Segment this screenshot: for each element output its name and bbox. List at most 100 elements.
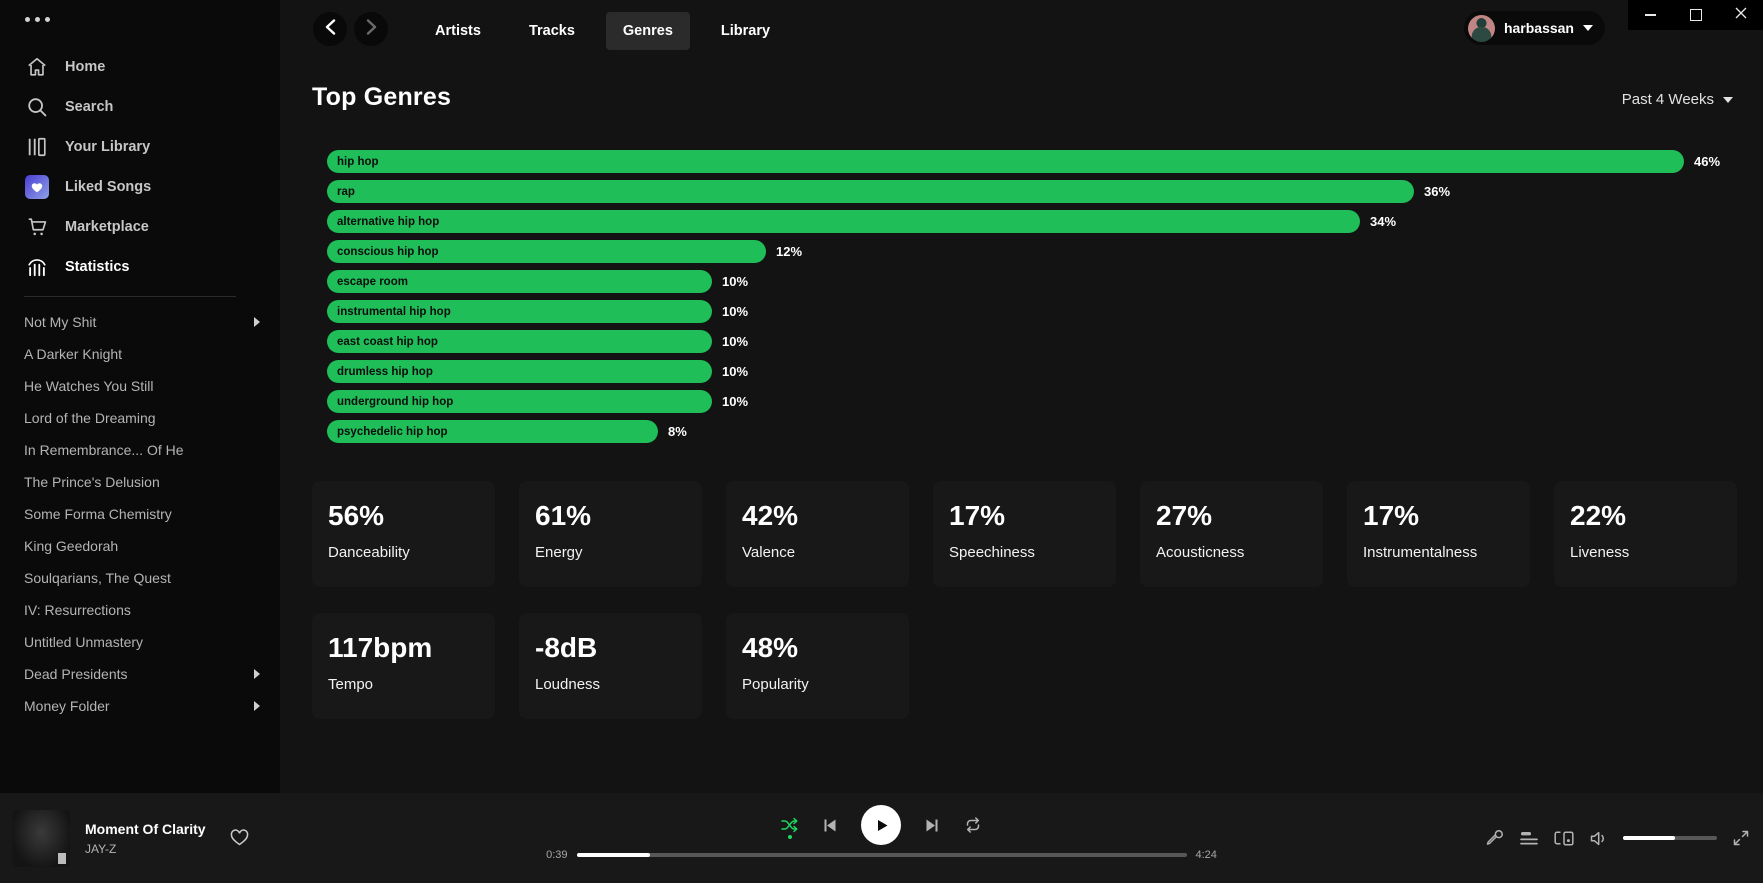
playlist-item[interactable]: King Geedorah	[0, 530, 280, 562]
stat-card: 56% Danceability	[312, 481, 495, 587]
playlist-name: Money Folder	[24, 698, 110, 714]
sidebar-item-statistics[interactable]: Statistics	[0, 247, 280, 287]
repeat-button[interactable]	[964, 817, 982, 833]
shuffle-button[interactable]	[781, 817, 798, 833]
play-icon	[873, 817, 890, 834]
genre-bar[interactable]: east coast hip hop	[327, 330, 712, 353]
stat-card: 17% Instrumentalness	[1347, 481, 1530, 587]
genre-bar[interactable]: instrumental hip hop	[327, 300, 712, 323]
audio-feature-cards: 56% Danceability 61% Energy 42% Valence …	[312, 481, 1737, 719]
volume-icon	[1590, 831, 1607, 846]
seek-bar[interactable]	[577, 853, 1187, 857]
heart-icon	[230, 829, 249, 846]
stat-value: 27%	[1156, 502, 1307, 530]
like-track-button[interactable]	[230, 829, 249, 851]
playlist-item[interactable]: Money Folder	[0, 690, 280, 722]
playlist-item[interactable]: The Prince's Delusion	[0, 466, 280, 498]
playlist-name: A Darker Knight	[24, 346, 122, 362]
volume-slider[interactable]	[1623, 836, 1717, 840]
time-range-selector[interactable]: Past 4 Weeks	[1622, 91, 1733, 108]
sidebar-item-marketplace[interactable]: Marketplace	[0, 207, 280, 247]
genre-label: instrumental hip hop	[327, 306, 451, 318]
sidebar-item-your-library[interactable]: Your Library	[0, 127, 280, 167]
mute-button[interactable]	[1590, 831, 1607, 846]
fullscreen-icon	[1733, 830, 1749, 846]
genre-bar[interactable]: escape room	[327, 270, 712, 293]
total-time: 4:24	[1196, 849, 1222, 861]
stat-label: Danceability	[328, 544, 479, 561]
queue-button[interactable]	[1520, 831, 1538, 846]
sidebar-item-search[interactable]: Search	[0, 87, 280, 127]
stat-value: 48%	[742, 634, 893, 662]
forward-button[interactable]	[354, 12, 388, 46]
lyrics-button[interactable]	[1486, 829, 1504, 847]
genre-percent: 46%	[1694, 154, 1720, 169]
stat-label: Popularity	[742, 676, 893, 693]
connect-device-button[interactable]	[1554, 831, 1574, 846]
genres-bar-chart: hip hop 46% rap 36% alternative hip hop …	[327, 150, 1720, 450]
player-right-controls	[1486, 793, 1749, 883]
main-content: Artists Tracks Genres Library harbassan	[280, 0, 1763, 793]
minimize-button[interactable]	[1628, 0, 1673, 30]
library-icon	[25, 135, 49, 159]
back-button[interactable]	[313, 12, 347, 46]
genre-label: east coast hip hop	[327, 336, 438, 348]
genre-percent: 10%	[722, 334, 748, 349]
playlist-item[interactable]: Lord of the Dreaming	[0, 402, 280, 434]
shuffle-active-dot	[788, 835, 792, 839]
genre-percent: 10%	[722, 364, 748, 379]
tab-genres[interactable]: Genres	[606, 12, 690, 50]
user-menu[interactable]: harbassan	[1464, 11, 1605, 45]
track-artist[interactable]: JAY-Z	[85, 842, 206, 856]
genre-label: escape room	[327, 276, 408, 288]
stat-value: -8dB	[535, 634, 686, 662]
sidebar-item-label: Home	[65, 59, 105, 75]
playlist-item[interactable]: A Darker Knight	[0, 338, 280, 370]
genre-bar[interactable]: rap	[327, 180, 1414, 203]
stat-card: 22% Liveness	[1554, 481, 1737, 587]
player-center: 0:39 4:24	[542, 793, 1222, 861]
close-icon	[1735, 6, 1747, 24]
stat-label: Instrumentalness	[1363, 544, 1514, 561]
close-button[interactable]	[1718, 0, 1763, 30]
sidebar-item-label: Liked Songs	[65, 179, 151, 195]
genre-bar[interactable]: psychedelic hip hop	[327, 420, 658, 443]
sidebar-item-liked-songs[interactable]: Liked Songs	[0, 167, 280, 207]
tab-library[interactable]: Library	[704, 12, 787, 50]
tab-tracks[interactable]: Tracks	[512, 12, 592, 50]
genre-bar[interactable]: underground hip hop	[327, 390, 712, 413]
progress-row: 0:39 4:24	[542, 849, 1222, 861]
playlist-item[interactable]: IV: Resurrections	[0, 594, 280, 626]
track-title[interactable]: Moment Of Clarity	[85, 821, 206, 837]
playlist-item[interactable]: Untitled Unmastery	[0, 626, 280, 658]
genre-bar[interactable]: conscious hip hop	[327, 240, 766, 263]
playlist-item[interactable]: He Watches You Still	[0, 370, 280, 402]
playlist-item[interactable]: Dead Presidents	[0, 658, 280, 690]
previous-button[interactable]	[822, 818, 837, 833]
ellipsis-menu-icon[interactable]	[25, 17, 50, 22]
playlist-name: Some Forma Chemistry	[24, 506, 172, 522]
tab-artists[interactable]: Artists	[418, 12, 498, 50]
sidebar: Home Search Your Library	[0, 0, 280, 793]
genre-bar-row: hip hop 46%	[327, 150, 1720, 173]
playlist-item[interactable]: Soulqarians, The Quest	[0, 562, 280, 594]
genre-label: hip hop	[327, 156, 379, 168]
genre-label: psychedelic hip hop	[327, 426, 448, 438]
player-bar: Moment Of Clarity JAY-Z	[0, 793, 1763, 883]
playlist-item[interactable]: In Remembrance... Of He	[0, 434, 280, 466]
genre-bar[interactable]: alternative hip hop	[327, 210, 1360, 233]
maximize-button[interactable]	[1673, 0, 1718, 30]
fullscreen-button[interactable]	[1733, 830, 1749, 846]
sidebar-item-home[interactable]: Home	[0, 47, 280, 87]
playlist-item[interactable]: Not My Shit	[0, 306, 280, 338]
genre-bar-row: conscious hip hop 12%	[327, 240, 1720, 263]
stat-label: Valence	[742, 544, 893, 561]
playlist-item[interactable]: Some Forma Chemistry	[0, 498, 280, 530]
next-button[interactable]	[925, 818, 940, 833]
genre-percent: 36%	[1424, 184, 1450, 199]
genre-percent: 10%	[722, 274, 748, 289]
genre-label: conscious hip hop	[327, 246, 439, 258]
genre-bar[interactable]: drumless hip hop	[327, 360, 712, 383]
play-button[interactable]	[861, 805, 901, 845]
genre-bar[interactable]: hip hop	[327, 150, 1684, 173]
